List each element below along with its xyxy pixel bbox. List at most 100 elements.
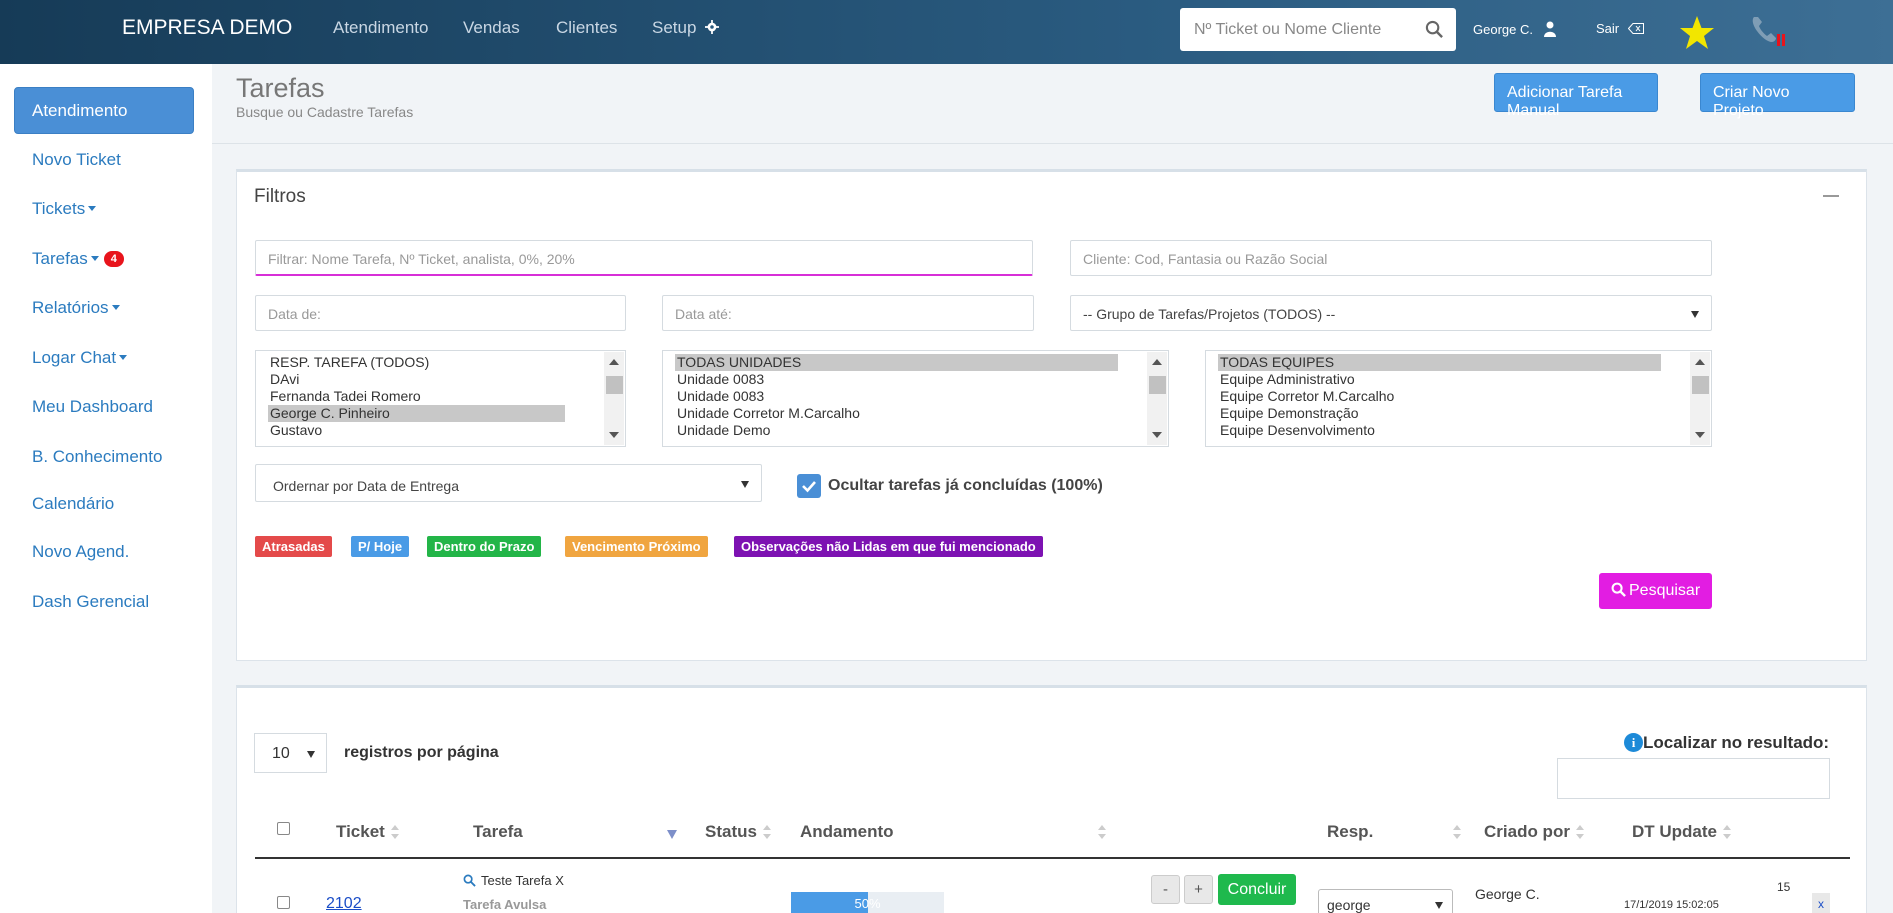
sidebar-item-meu-dashboard[interactable]: Meu Dashboard — [32, 397, 153, 417]
sort-icon[interactable] — [1453, 825, 1461, 839]
sort-desc-icon[interactable] — [667, 830, 677, 839]
list-option[interactable]: Unidade Corretor M.Carcalho — [663, 405, 1168, 422]
group-select-value: -- Grupo de Tarefas/Projetos (TODOS) -- — [1083, 306, 1336, 322]
scroll-thumb[interactable] — [1692, 376, 1709, 394]
date-from-input[interactable]: Data de: — [255, 295, 626, 331]
scroll-down-icon[interactable] — [1152, 432, 1162, 438]
nav-setup[interactable]: Setup — [652, 18, 720, 38]
date-to-input[interactable]: Data até: — [662, 295, 1034, 331]
sidebar-item-dash-gerencial[interactable]: Dash Gerencial — [32, 592, 149, 612]
logout-button[interactable]: Sair — [1596, 21, 1644, 36]
resp-select[interactable]: george — [1318, 889, 1453, 913]
list-option[interactable]: DAvi — [256, 371, 625, 388]
scrollbar[interactable] — [604, 352, 624, 445]
scroll-down-icon[interactable] — [609, 432, 619, 438]
hide-done-label[interactable]: Ocultar tarefas já concluídas (100%) — [828, 477, 1103, 495]
list-option-selected[interactable]: George C. Pinheiro — [268, 405, 565, 422]
unit-listbox[interactable]: TODAS UNIDADES Unidade 0083 Unidade 0083… — [662, 350, 1169, 447]
row-count: 15 — [1777, 880, 1791, 894]
group-select[interactable]: -- Grupo de Tarefas/Projetos (TODOS) -- — [1070, 295, 1712, 331]
sidebar-item-novo-ticket[interactable]: Novo Ticket — [32, 150, 121, 170]
sidebar — [0, 64, 212, 913]
col-andamento[interactable]: Andamento — [800, 822, 894, 842]
brand-name[interactable]: EMPRESA DEMO — [122, 16, 292, 40]
phone-icon[interactable] — [1750, 14, 1786, 48]
ticket-search-input[interactable] — [1180, 8, 1410, 51]
client-filter-input[interactable]: Cliente: Cod, Fantasia ou Razão Social — [1070, 240, 1712, 276]
checkmark-icon — [802, 481, 816, 493]
col-criado-por[interactable]: Criado por — [1484, 822, 1584, 842]
col-resp[interactable]: Resp. — [1327, 822, 1373, 842]
search-icon[interactable] — [463, 874, 476, 887]
nav-clientes[interactable]: Clientes — [556, 18, 617, 38]
task-filter-input[interactable]: Filtrar: Nome Tarefa, Nº Ticket, analist… — [255, 240, 1033, 276]
increase-button[interactable]: + — [1184, 875, 1213, 904]
list-option[interactable]: Equipe Demonstração — [1206, 405, 1711, 422]
sidebar-item-relatorios[interactable]: Relatórios — [32, 298, 120, 318]
list-option[interactable]: Unidade Demo — [663, 422, 1168, 439]
sidebar-item-label: Relatórios — [32, 298, 109, 317]
sidebar-item-logar-chat[interactable]: Logar Chat — [32, 348, 128, 368]
sort-icon[interactable] — [1098, 825, 1106, 839]
sidebar-item-conhecimento[interactable]: B. Conhecimento — [32, 447, 162, 467]
find-in-results-input[interactable] — [1557, 758, 1830, 799]
list-option[interactable]: Unidade 0083 — [663, 371, 1168, 388]
decrease-button[interactable]: - — [1151, 875, 1180, 904]
new-project-button[interactable]: Criar Novo Projeto — [1700, 73, 1855, 119]
hide-done-checkbox[interactable] — [797, 474, 821, 498]
scrollbar[interactable] — [1147, 352, 1167, 445]
ticket-link[interactable]: 2102 — [326, 895, 362, 913]
sidebar-item-tarefas[interactable]: Tarefas 4 — [32, 249, 124, 269]
select-all-checkbox[interactable] — [277, 822, 290, 835]
scroll-thumb[interactable] — [606, 376, 623, 394]
star-icon[interactable] — [1678, 14, 1716, 52]
list-option[interactable]: Unidade 0083 — [663, 388, 1168, 405]
nav-vendas[interactable]: Vendas — [463, 18, 520, 38]
task-name[interactable]: Teste Tarefa X — [481, 873, 564, 888]
legend-hoje: P/ Hoje — [351, 536, 410, 557]
sidebar-item-novo-agend[interactable]: Novo Agend. — [32, 542, 129, 562]
scroll-down-icon[interactable] — [1695, 432, 1705, 438]
scroll-up-icon[interactable] — [1695, 359, 1705, 365]
order-select-value: Ordernar por Data de Entrega — [273, 478, 459, 494]
order-select[interactable]: Ordernar por Data de Entrega — [255, 464, 762, 502]
list-option[interactable]: Equipe Administrativo — [1206, 371, 1711, 388]
list-option-selected[interactable]: TODAS EQUIPES — [1218, 354, 1661, 371]
col-label: Ticket — [336, 822, 385, 841]
scroll-up-icon[interactable] — [1152, 359, 1162, 365]
sidebar-item-calendario[interactable]: Calendário — [32, 494, 114, 514]
list-option[interactable]: Equipe Corretor M.Carcalho — [1206, 388, 1711, 405]
col-tarefa[interactable]: Tarefa — [473, 822, 523, 842]
user-menu[interactable]: George C. — [1473, 21, 1556, 37]
search-icon[interactable] — [1425, 20, 1444, 39]
list-option[interactable]: RESP. TAREFA (TODOS) — [256, 354, 625, 371]
sidebar-item-atendimento[interactable]: Atendimento — [14, 87, 194, 134]
list-option[interactable]: Fernanda Tadei Romero — [256, 388, 625, 405]
col-ticket[interactable]: Ticket — [336, 822, 399, 842]
nav-atendimento[interactable]: Atendimento — [333, 18, 428, 38]
collapse-icon[interactable] — [1823, 195, 1839, 197]
sidebar-item-tickets[interactable]: Tickets — [32, 199, 97, 219]
list-option[interactable]: Gustavo — [256, 422, 625, 439]
info-icon[interactable]: i — [1624, 733, 1643, 752]
add-manual-task-button[interactable]: Adicionar Tarefa Manual — [1494, 73, 1658, 119]
row-checkbox[interactable] — [277, 896, 290, 909]
dt-update: 17/1/2019 15:02:05 — [1624, 899, 1719, 911]
conclude-button[interactable]: Concluir — [1218, 874, 1296, 905]
resp-listbox[interactable]: RESP. TAREFA (TODOS) DAvi Fernanda Tadei… — [255, 350, 626, 447]
col-label: DT Update — [1632, 822, 1717, 841]
scrollbar[interactable] — [1690, 352, 1710, 445]
page-subtitle: Busque ou Cadastre Tarefas — [236, 104, 414, 120]
sort-icon — [762, 825, 771, 839]
col-status[interactable]: Status — [705, 822, 771, 842]
remove-button[interactable]: x — [1812, 893, 1830, 913]
list-option-selected[interactable]: TODAS UNIDADES — [675, 354, 1118, 371]
per-page-select[interactable]: 10 — [254, 733, 327, 773]
scroll-thumb[interactable] — [1149, 376, 1166, 394]
col-dt-update[interactable]: DT Update — [1632, 822, 1731, 842]
legend-atrasadas: Atrasadas — [255, 536, 332, 557]
list-option[interactable]: Equipe Desenvolvimento — [1206, 422, 1711, 439]
search-button[interactable]: Pesquisar — [1599, 573, 1712, 609]
team-listbox[interactable]: TODAS EQUIPES Equipe Administrativo Equi… — [1205, 350, 1712, 447]
scroll-up-icon[interactable] — [609, 359, 619, 365]
